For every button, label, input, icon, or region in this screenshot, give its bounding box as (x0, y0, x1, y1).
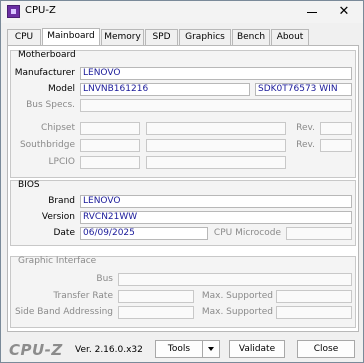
cpu-z-window: CPU-Z ✕ CPU Mainboard Memory SPD Graphic… (0, 0, 364, 363)
transfer-max-supported-label: Max. Supported (201, 291, 273, 301)
graphic-interface-group: Graphic Interface Bus Transfer Rate Max.… (10, 256, 356, 328)
tab-spd[interactable]: SPD (145, 29, 178, 45)
bios-group-title: BIOS (18, 180, 40, 190)
cpu-microcode-label: CPU Microcode (213, 228, 281, 238)
tab-memory[interactable]: Memory (101, 29, 144, 45)
bios-brand-label: Brand (48, 196, 75, 206)
tab-cpu[interactable]: CPU (7, 29, 41, 45)
southbridge-model-field (146, 139, 286, 152)
tab-mainboard[interactable]: Mainboard (42, 28, 100, 46)
close-button[interactable]: Close (297, 340, 355, 358)
chipset-rev-label: Rev. (296, 123, 315, 133)
side-band-addressing-label: Side Band Addressing (14, 307, 113, 317)
chipset-model-field (146, 122, 286, 135)
title-bar[interactable]: CPU-Z ✕ (1, 1, 363, 23)
southbridge-rev-field (320, 139, 352, 152)
transfer-rate-field (118, 290, 194, 303)
transfer-rate-label: Transfer Rate (53, 291, 113, 301)
bus-field (118, 273, 352, 286)
southbridge-rev-label: Rev. (296, 140, 315, 150)
tab-bench[interactable]: Bench (232, 29, 270, 45)
bus-specs-label: Bus Specs. (26, 100, 75, 110)
tools-dropdown-chevron-down-icon[interactable] (202, 340, 220, 358)
southbridge-vendor-field (80, 139, 140, 152)
cpu-z-logo: CPU-Z (9, 341, 63, 359)
lpcio-model-field (146, 156, 286, 169)
lpcio-label: LPCIO (48, 157, 75, 167)
bios-version-label: Version (41, 212, 75, 222)
cpu-microcode-field (286, 227, 352, 240)
chipset-label: Chipset (41, 123, 75, 133)
bus-label: Bus (96, 274, 113, 284)
model-label: Model (47, 84, 75, 94)
motherboard-group: Motherboard Manufacturer LENOVO Model LN… (10, 50, 356, 178)
bios-brand-field: LENOVO (80, 195, 352, 208)
tab-graphics[interactable]: Graphics (179, 29, 231, 45)
side-band-addressing-field (118, 306, 194, 319)
bios-date-field: 06/09/2025 (80, 227, 208, 240)
window-close-icon[interactable]: ✕ (331, 3, 357, 21)
bios-version-field: RVCN21WW (80, 211, 352, 224)
tab-about[interactable]: About (271, 29, 309, 45)
transfer-max-supported-field (276, 290, 352, 303)
version-text: Ver. 2.16.0.x32 (75, 345, 143, 355)
model-field: LNVNB161216 (80, 83, 250, 96)
bus-specs-field (80, 99, 352, 112)
validate-button[interactable]: Validate (229, 340, 285, 358)
model-extra-field: SDK0T76573 WIN (255, 83, 352, 96)
chipset-rev-field (320, 122, 352, 135)
window-title: CPU-Z (25, 5, 56, 16)
southbridge-label: Southbridge (19, 140, 75, 150)
side-band-max-supported-label: Max. Supported (201, 307, 273, 317)
bios-group: BIOS Brand LENOVO Version RVCN21WW Date … (10, 180, 356, 246)
graphic-interface-group-title: Graphic Interface (18, 256, 97, 266)
footer-bar: CPU-Z Ver. 2.16.0.x32 Tools Validate Clo… (1, 337, 363, 361)
bios-date-label: Date (53, 228, 75, 238)
mainboard-tab-panel: Motherboard Manufacturer LENOVO Model LN… (7, 45, 359, 332)
tools-button[interactable]: Tools (155, 340, 203, 358)
cpu-z-app-icon (7, 5, 20, 18)
chipset-vendor-field (80, 122, 140, 135)
side-band-max-supported-field (276, 306, 352, 319)
lpcio-vendor-field (80, 156, 140, 169)
motherboard-group-title: Motherboard (18, 50, 76, 60)
manufacturer-field: LENOVO (80, 67, 352, 80)
manufacturer-label: Manufacturer (14, 68, 75, 78)
minimize-button[interactable] (299, 3, 325, 21)
